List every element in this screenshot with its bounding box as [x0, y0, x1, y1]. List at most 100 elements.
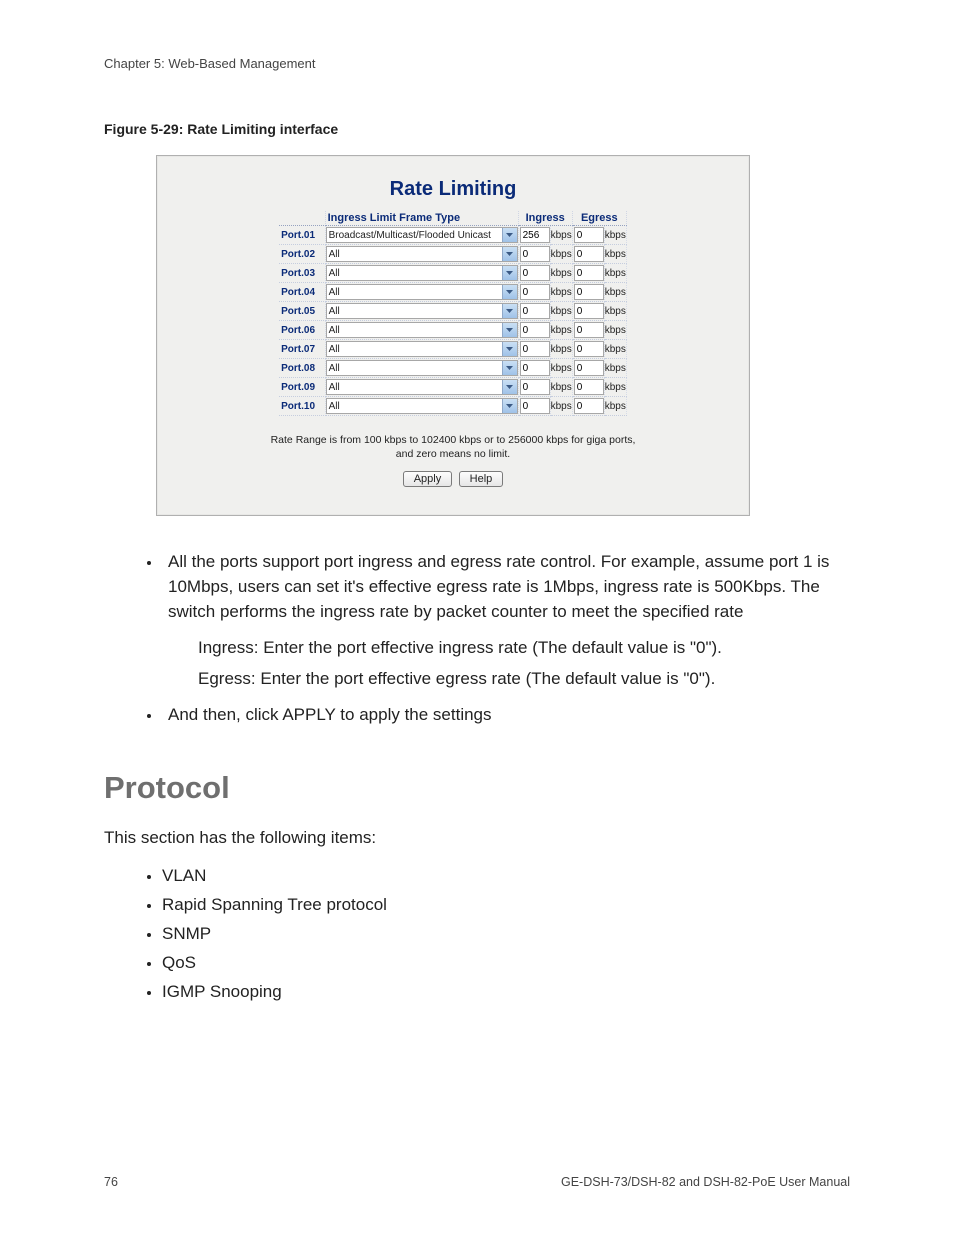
kbps-label: kbps [604, 340, 626, 359]
table-row: Port.10All kbps kbps [279, 397, 626, 416]
kbps-label: kbps [604, 359, 626, 378]
frame-type-select[interactable]: All [326, 379, 518, 395]
ingress-input[interactable] [520, 360, 550, 376]
port-label: Port.05 [279, 302, 325, 321]
page-footer: 76 GE-DSH-73/DSH-82 and DSH-82-PoE User … [104, 1175, 850, 1189]
list-item: Rapid Spanning Tree protocol [162, 891, 850, 920]
col-ingress: Ingress [518, 211, 572, 226]
port-label: Port.03 [279, 264, 325, 283]
rate-limiting-panel: Rate Limiting Ingress Limit Frame Type I… [156, 155, 750, 516]
chevron-down-icon [502, 323, 517, 337]
help-button[interactable]: Help [459, 471, 504, 487]
egress-input[interactable] [574, 379, 604, 395]
table-row: Port.05All kbps kbps [279, 302, 626, 321]
egress-input[interactable] [574, 303, 604, 319]
kbps-label: kbps [550, 321, 572, 340]
egress-input[interactable] [574, 227, 604, 243]
table-row: Port.02All kbps kbps [279, 245, 626, 264]
kbps-label: kbps [550, 245, 572, 264]
ingress-input[interactable] [520, 284, 550, 300]
table-row: Port.09Allkbpskbps [279, 378, 626, 397]
page-number: 76 [104, 1175, 118, 1189]
list-item: SNMP [162, 920, 850, 949]
chevron-down-icon [502, 399, 517, 413]
frame-type-select[interactable]: Broadcast/Multicast/Flooded Unicast [326, 227, 518, 243]
col-frame-type: Ingress Limit Frame Type [325, 211, 518, 226]
ingress-input[interactable] [520, 227, 550, 243]
chevron-down-icon [502, 304, 517, 318]
kbps-label: kbps [604, 397, 626, 416]
body-bullet-2: And then, click APPLY to apply the setti… [162, 703, 850, 728]
ingress-input[interactable] [520, 341, 550, 357]
table-row: Port.06All kbps kbps [279, 321, 626, 340]
port-label: Port.01 [279, 226, 325, 245]
frame-type-select[interactable]: All [326, 398, 518, 414]
ingress-input[interactable] [520, 303, 550, 319]
rate-limiting-table: Ingress Limit Frame Type Ingress Egress … [279, 211, 627, 416]
ingress-input[interactable] [520, 379, 550, 395]
ingress-input[interactable] [520, 398, 550, 414]
table-row: Port.08Allkbpskbps [279, 359, 626, 378]
ingress-input[interactable] [520, 265, 550, 281]
frame-type-select[interactable]: All [326, 284, 518, 300]
kbps-label: kbps [604, 283, 626, 302]
chevron-down-icon [502, 285, 517, 299]
kbps-label: kbps [604, 226, 626, 245]
kbps-label: kbps [550, 226, 572, 245]
protocol-list: VLANRapid Spanning Tree protocolSNMPQoSI… [104, 862, 850, 1006]
port-label: Port.07 [279, 340, 325, 359]
panel-title: Rate Limiting [187, 178, 719, 201]
egress-definition: Egress: Enter the port effective egress … [198, 667, 850, 692]
protocol-intro: This section has the following items: [104, 828, 850, 848]
egress-input[interactable] [574, 284, 604, 300]
table-row: Port.03Allkbpskbps [279, 264, 626, 283]
apply-button[interactable]: Apply [403, 471, 453, 487]
kbps-label: kbps [550, 283, 572, 302]
kbps-label: kbps [604, 302, 626, 321]
frame-type-select[interactable]: All [326, 360, 518, 376]
port-label: Port.09 [279, 378, 325, 397]
body-bullet-1: All the ports support port ingress and e… [162, 550, 850, 691]
port-label: Port.10 [279, 397, 325, 416]
kbps-label: kbps [604, 321, 626, 340]
egress-input[interactable] [574, 341, 604, 357]
kbps-label: kbps [550, 397, 572, 416]
egress-input[interactable] [574, 322, 604, 338]
ingress-input[interactable] [520, 322, 550, 338]
egress-input[interactable] [574, 246, 604, 262]
kbps-label: kbps [550, 302, 572, 321]
egress-input[interactable] [574, 398, 604, 414]
frame-type-select[interactable]: All [326, 303, 518, 319]
protocol-heading: Protocol [104, 770, 850, 806]
egress-input[interactable] [574, 265, 604, 281]
kbps-label: kbps [604, 264, 626, 283]
port-label: Port.02 [279, 245, 325, 264]
kbps-label: kbps [604, 245, 626, 264]
chapter-header: Chapter 5: Web-Based Management [104, 56, 850, 71]
port-label: Port.06 [279, 321, 325, 340]
chevron-down-icon [502, 247, 517, 261]
frame-type-select[interactable]: All [326, 265, 518, 281]
chevron-down-icon [502, 361, 517, 375]
kbps-label: kbps [550, 340, 572, 359]
frame-type-select[interactable]: All [326, 246, 518, 262]
frame-type-select[interactable]: All [326, 341, 518, 357]
list-item: VLAN [162, 862, 850, 891]
port-label: Port.04 [279, 283, 325, 302]
list-item: QoS [162, 949, 850, 978]
figure-caption: Figure 5-29: Rate Limiting interface [104, 121, 850, 137]
body-bullets: All the ports support port ingress and e… [104, 550, 850, 728]
rate-note: Rate Range is from 100 kbps to 102400 kb… [187, 434, 719, 461]
ingress-definition: Ingress: Enter the port effective ingres… [198, 636, 850, 661]
chevron-down-icon [502, 342, 517, 356]
chevron-down-icon [502, 380, 517, 394]
ingress-input[interactable] [520, 246, 550, 262]
kbps-label: kbps [550, 378, 572, 397]
kbps-label: kbps [550, 359, 572, 378]
chevron-down-icon [502, 266, 517, 280]
egress-input[interactable] [574, 360, 604, 376]
frame-type-select[interactable]: All [326, 322, 518, 338]
chevron-down-icon [502, 228, 517, 242]
table-row: Port.07All kbps kbps [279, 340, 626, 359]
table-row: Port.04All kbps kbps [279, 283, 626, 302]
